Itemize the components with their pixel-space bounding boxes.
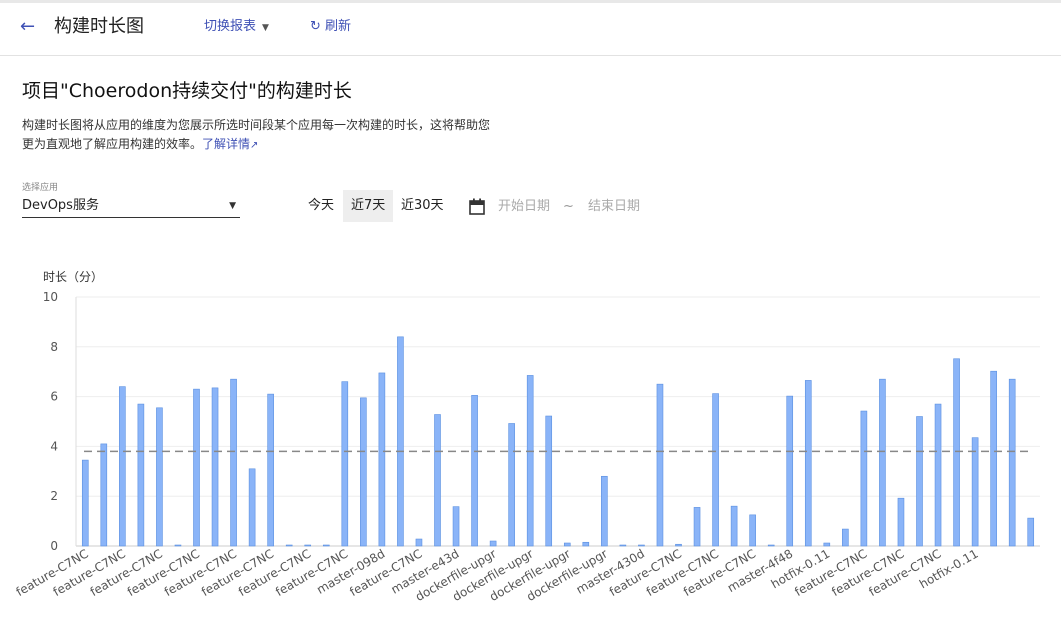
bar xyxy=(526,375,534,547)
bar xyxy=(489,540,497,547)
bar xyxy=(582,541,590,547)
bar xyxy=(452,506,460,547)
bar xyxy=(749,514,756,547)
bar xyxy=(786,395,794,547)
bar xyxy=(842,528,849,547)
bar xyxy=(434,414,441,547)
bar xyxy=(897,497,905,547)
bar xyxy=(267,393,274,547)
bar xyxy=(285,544,293,547)
y-tick-label: 6 xyxy=(50,390,58,404)
bar xyxy=(990,370,997,547)
y-tick-label: 8 xyxy=(50,340,58,354)
bar xyxy=(174,544,182,547)
bar xyxy=(397,336,404,547)
bar xyxy=(656,383,664,547)
bar xyxy=(1008,378,1016,547)
bar xyxy=(971,437,979,547)
bar xyxy=(860,410,868,547)
bar xyxy=(879,378,886,547)
bar xyxy=(767,544,775,547)
y-tick-label: 2 xyxy=(50,489,58,503)
bar xyxy=(1027,517,1035,547)
bar xyxy=(601,475,608,547)
build-duration-chart: 0246810feature-C7NCfeature-C7NCfeature-C… xyxy=(14,290,1040,604)
bar xyxy=(471,395,478,547)
bar xyxy=(730,505,738,547)
y-tick-label: 0 xyxy=(50,539,58,553)
bar xyxy=(823,542,831,547)
bar xyxy=(804,380,812,547)
y-tick-label: 10 xyxy=(43,290,58,304)
bar xyxy=(360,397,367,547)
bar xyxy=(248,468,256,547)
bar xyxy=(100,443,108,547)
bar xyxy=(545,415,553,547)
y-tick-label: 4 xyxy=(50,439,58,453)
bar xyxy=(193,388,200,547)
bar xyxy=(693,507,701,547)
bar xyxy=(563,542,571,547)
bar xyxy=(137,403,145,547)
bar xyxy=(619,544,627,547)
bar xyxy=(156,407,163,547)
bar xyxy=(415,538,423,547)
bar xyxy=(508,423,515,547)
bar xyxy=(230,378,237,547)
bar xyxy=(378,372,386,547)
bar xyxy=(341,381,349,547)
bar xyxy=(322,544,330,547)
bar xyxy=(119,386,126,547)
bar xyxy=(916,416,923,547)
bar xyxy=(81,459,89,547)
bar xyxy=(934,403,942,547)
bar xyxy=(953,358,960,547)
bar xyxy=(712,393,719,547)
bar xyxy=(211,387,219,547)
